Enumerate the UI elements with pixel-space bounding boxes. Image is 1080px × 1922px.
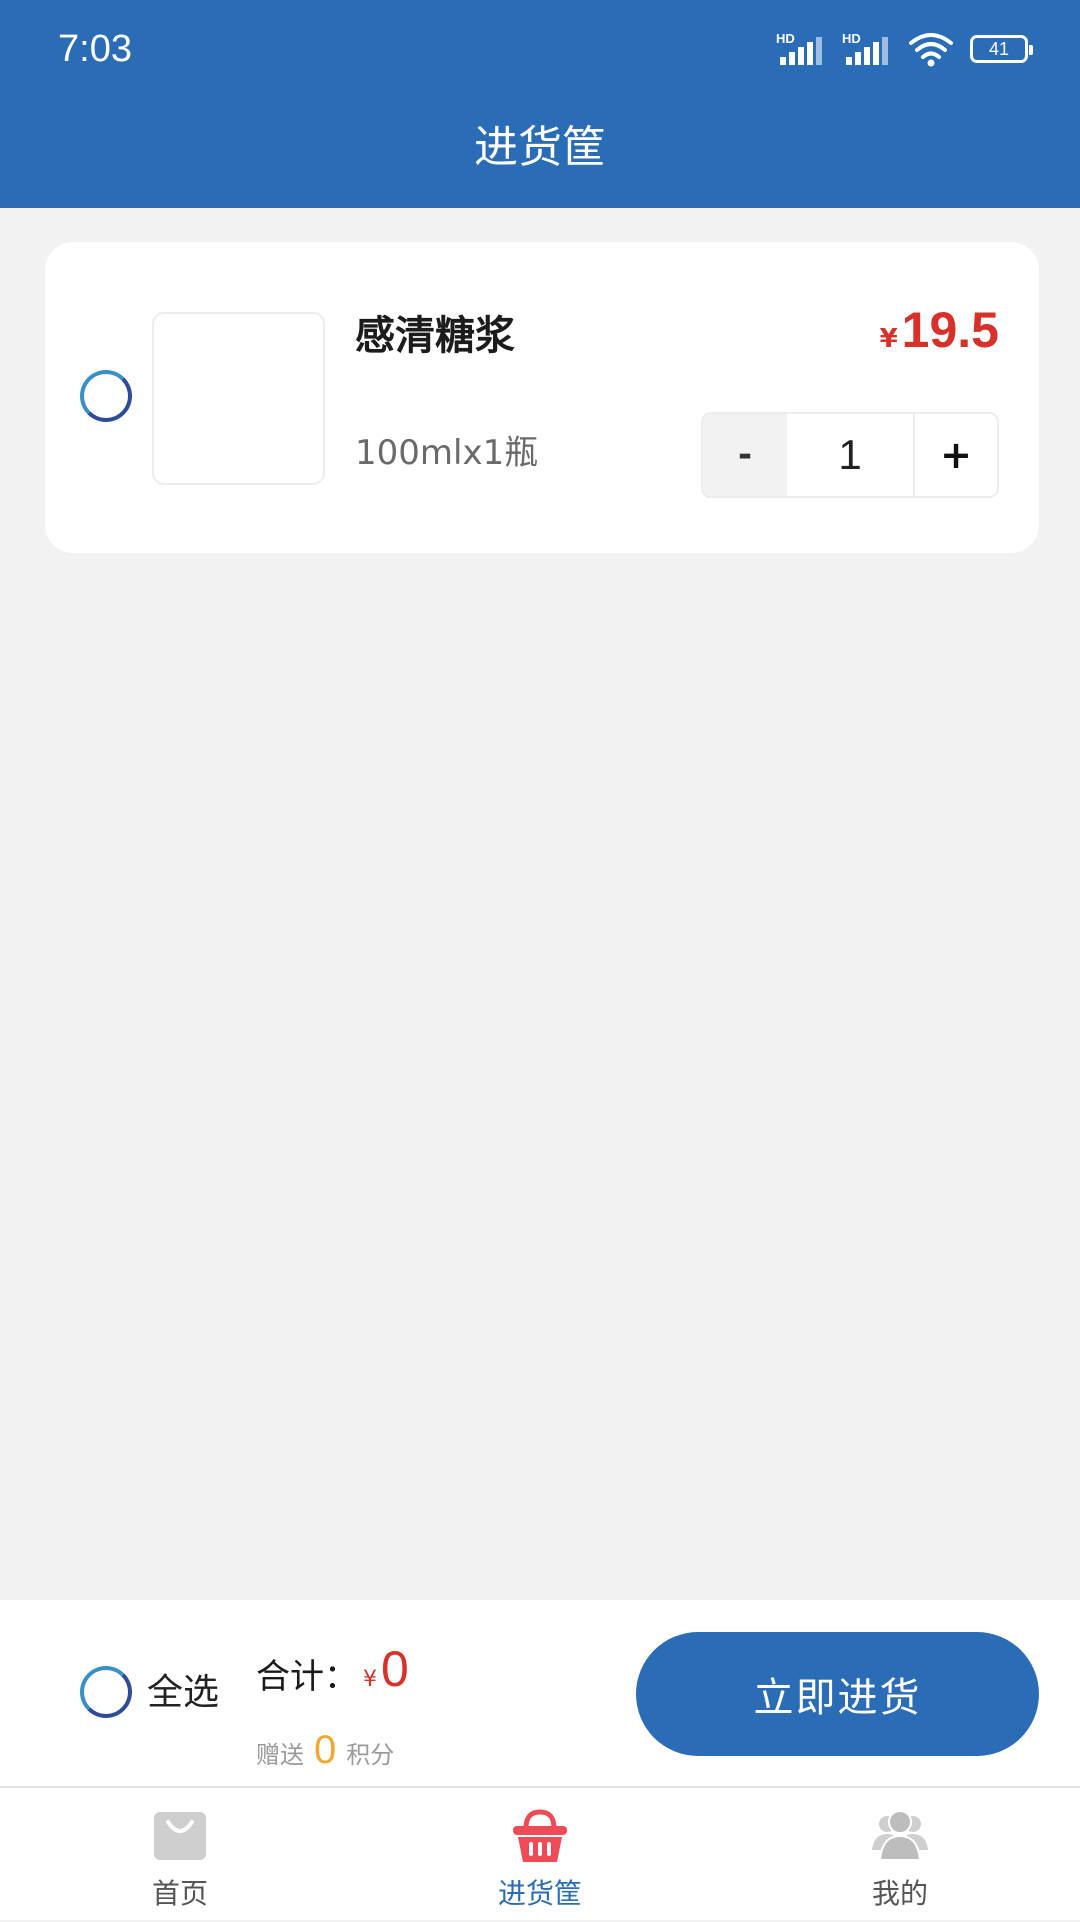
checkout-bar: 全选 合计： ¥ 0 赠送 0 积分 立即进货 <box>0 1600 1080 1786</box>
shopping-bag-icon <box>154 1812 206 1860</box>
total-price: ¥ 0 <box>363 1634 409 1715</box>
cart-item-card: 感清糖浆 100mlx1瓶 ¥ 19.5 - 1 + <box>45 242 1039 553</box>
decrease-quantity-button[interactable]: - <box>703 414 787 496</box>
tab-home-label: 首页 <box>151 1877 208 1910</box>
item-select-radio[interactable] <box>80 370 132 422</box>
wifi-icon <box>909 33 953 67</box>
product-price: ¥ 19.5 <box>880 298 999 371</box>
quantity-stepper: - 1 + <box>701 412 999 498</box>
purchase-now-button[interactable]: 立即进货 <box>636 1632 1039 1756</box>
cellular-signal-2-icon: HD <box>842 29 894 69</box>
price-currency: ¥ <box>879 324 898 354</box>
select-all-radio[interactable] <box>80 1666 132 1718</box>
points-value: 0 <box>314 1728 337 1772</box>
app-header: 7:03 HD HD 41 进货筐 <box>0 0 1080 208</box>
total-label: 合计： <box>256 1657 358 1697</box>
cellular-signal-icon: HD <box>776 29 828 69</box>
select-all-label[interactable]: 全选 <box>147 1666 219 1720</box>
points-info: 赠送 0 积分 <box>256 1728 394 1773</box>
basket-icon <box>513 1809 567 1862</box>
users-icon <box>872 1810 928 1861</box>
battery-icon: 41 <box>970 35 1033 63</box>
product-thumbnail[interactable] <box>152 312 325 485</box>
tab-basket-label: 进货筐 <box>497 1877 582 1910</box>
total-currency: ¥ <box>363 1667 377 1692</box>
increase-quantity-button[interactable]: + <box>915 414 997 496</box>
status-icons: HD HD 41 <box>776 26 1033 72</box>
product-name[interactable]: 感清糖浆 <box>355 308 515 364</box>
bottom-tab-bar: 首页 进货筐 我的 <box>0 1786 1080 1920</box>
quantity-input[interactable]: 1 <box>787 414 915 496</box>
total-value: 0 <box>381 1641 409 1697</box>
tab-profile-label: 我的 <box>871 1877 928 1910</box>
points-prefix: 赠送 <box>256 1741 304 1769</box>
product-spec: 100mlx1瓶 <box>355 433 539 473</box>
points-suffix: 积分 <box>346 1741 395 1769</box>
tab-profile[interactable]: 我的 <box>720 1788 1080 1922</box>
tab-home[interactable]: 首页 <box>0 1788 360 1922</box>
price-value: 19.5 <box>901 302 999 358</box>
page-title: 进货筐 <box>474 122 606 173</box>
tab-basket[interactable]: 进货筐 <box>360 1788 720 1922</box>
status-time: 7:03 <box>58 28 132 70</box>
